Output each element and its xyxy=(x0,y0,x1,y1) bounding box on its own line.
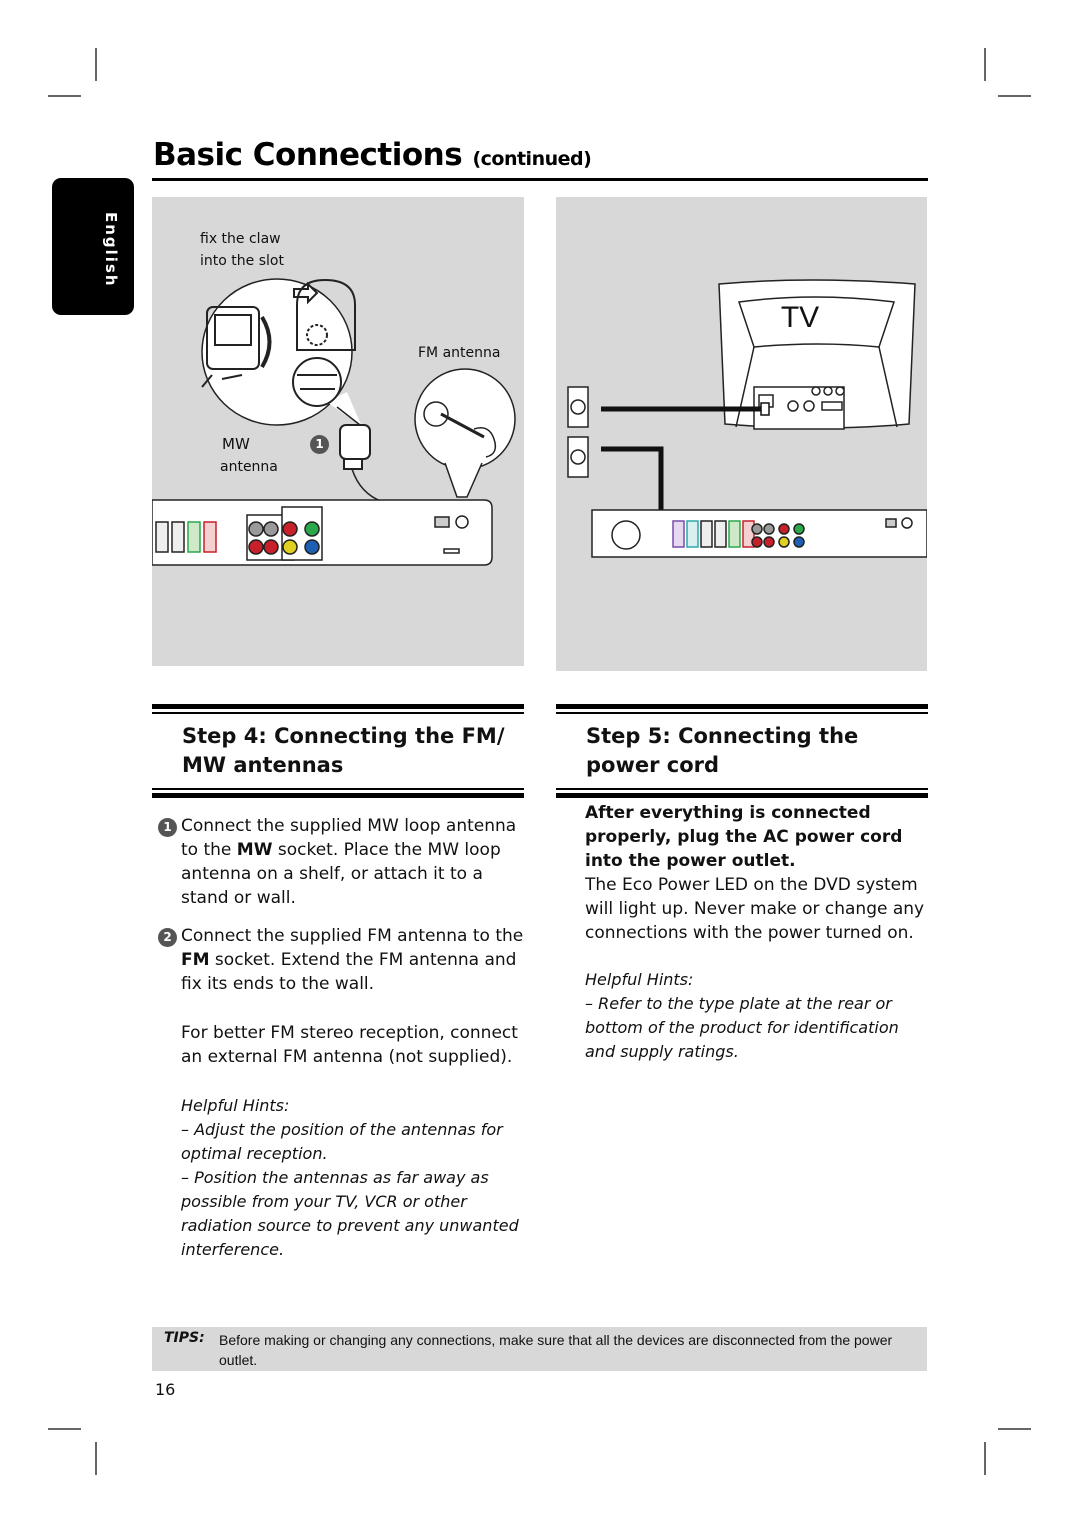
zoom-bubble xyxy=(201,278,362,427)
power-illustration: TV xyxy=(567,279,927,558)
step4-hint-1: – Adjust the position of the antennas fo… xyxy=(181,1120,503,1163)
step4-bullet-1: 1 xyxy=(158,818,177,837)
crop-mark xyxy=(984,1442,986,1475)
page-title: Basic Connections (continued) xyxy=(153,137,592,173)
step4-item-1-bold: MW xyxy=(236,840,273,860)
step4-heading-line2: MW antennas xyxy=(182,753,344,777)
step4-bullet-2: 2 xyxy=(158,928,177,947)
step5-body: After everything is connected properly, … xyxy=(585,801,930,945)
crop-mark xyxy=(48,1428,81,1430)
step5-heading-line1: Step 5: Connecting the xyxy=(586,724,859,748)
step5-body-text: The Eco Power LED on the DVD system will… xyxy=(585,875,925,943)
step4-hint-2: – Position the antennas as far away as p… xyxy=(181,1168,519,1259)
fm-antenna-bubble xyxy=(414,368,516,498)
crop-mark xyxy=(48,95,81,97)
step4-note: For better FM stereo reception, connect … xyxy=(181,1023,518,1067)
crop-mark xyxy=(95,48,97,81)
page-title-main: Basic Connections xyxy=(153,137,463,173)
crop-mark xyxy=(984,48,986,81)
step4-item-2-text-2: socket. Extend the FM antenna and fix it… xyxy=(181,950,517,994)
step4-item-2-text: Connect the supplied FM antenna to the xyxy=(181,926,524,946)
crop-mark xyxy=(95,1442,97,1475)
tips-text: Before making or changing any connection… xyxy=(219,1332,893,1368)
tips-label: TIPS: xyxy=(164,1330,205,1346)
step4-heading: Step 4: Connecting the FM/ MW antennas xyxy=(152,704,524,798)
figure-antenna-connection: fix the claw into the slot FM antenna MW… xyxy=(152,197,524,666)
title-rule xyxy=(152,178,928,181)
tv-label: TV xyxy=(781,301,819,334)
dvd-rear-panel xyxy=(591,509,927,558)
step4-item-2: Connect the supplied FM antenna to the F… xyxy=(181,924,526,996)
step4-item-1: Connect the supplied MW loop antenna to … xyxy=(181,814,526,910)
step4-heading-line1: Step 4: Connecting the FM/ xyxy=(182,724,505,748)
crop-mark xyxy=(998,95,1031,97)
step5-hint-1: – Refer to the type plate at the rear or… xyxy=(585,994,899,1061)
antenna-illustration xyxy=(152,278,516,566)
page-title-suffix: (continued) xyxy=(472,148,592,170)
step5-hints-title: Helpful Hints: xyxy=(585,970,694,989)
step5-heading: Step 5: Connecting the power cord xyxy=(556,704,928,798)
language-tab-label: English xyxy=(102,212,120,288)
dvd-rear-panel xyxy=(152,499,493,566)
tips-box: TIPS: Before making or changing any conn… xyxy=(152,1327,927,1371)
step4-hints-title: Helpful Hints: xyxy=(181,1096,290,1115)
step5-heading-line2: power cord xyxy=(586,753,720,777)
language-tab: English xyxy=(52,178,134,315)
page-number: 16 xyxy=(155,1380,176,1399)
step4-hints: Helpful Hints: – Adjust the position of … xyxy=(181,1094,521,1262)
step4-item-2-bold: FM xyxy=(181,950,210,970)
step5-hints: Helpful Hints: – Refer to the type plate… xyxy=(585,968,930,1064)
figure-power-connection: TV xyxy=(556,197,927,671)
wall-outlet-icon xyxy=(567,386,589,478)
step5-bold-intro: After everything is connected properly, … xyxy=(585,803,903,871)
crop-mark xyxy=(998,1428,1031,1430)
